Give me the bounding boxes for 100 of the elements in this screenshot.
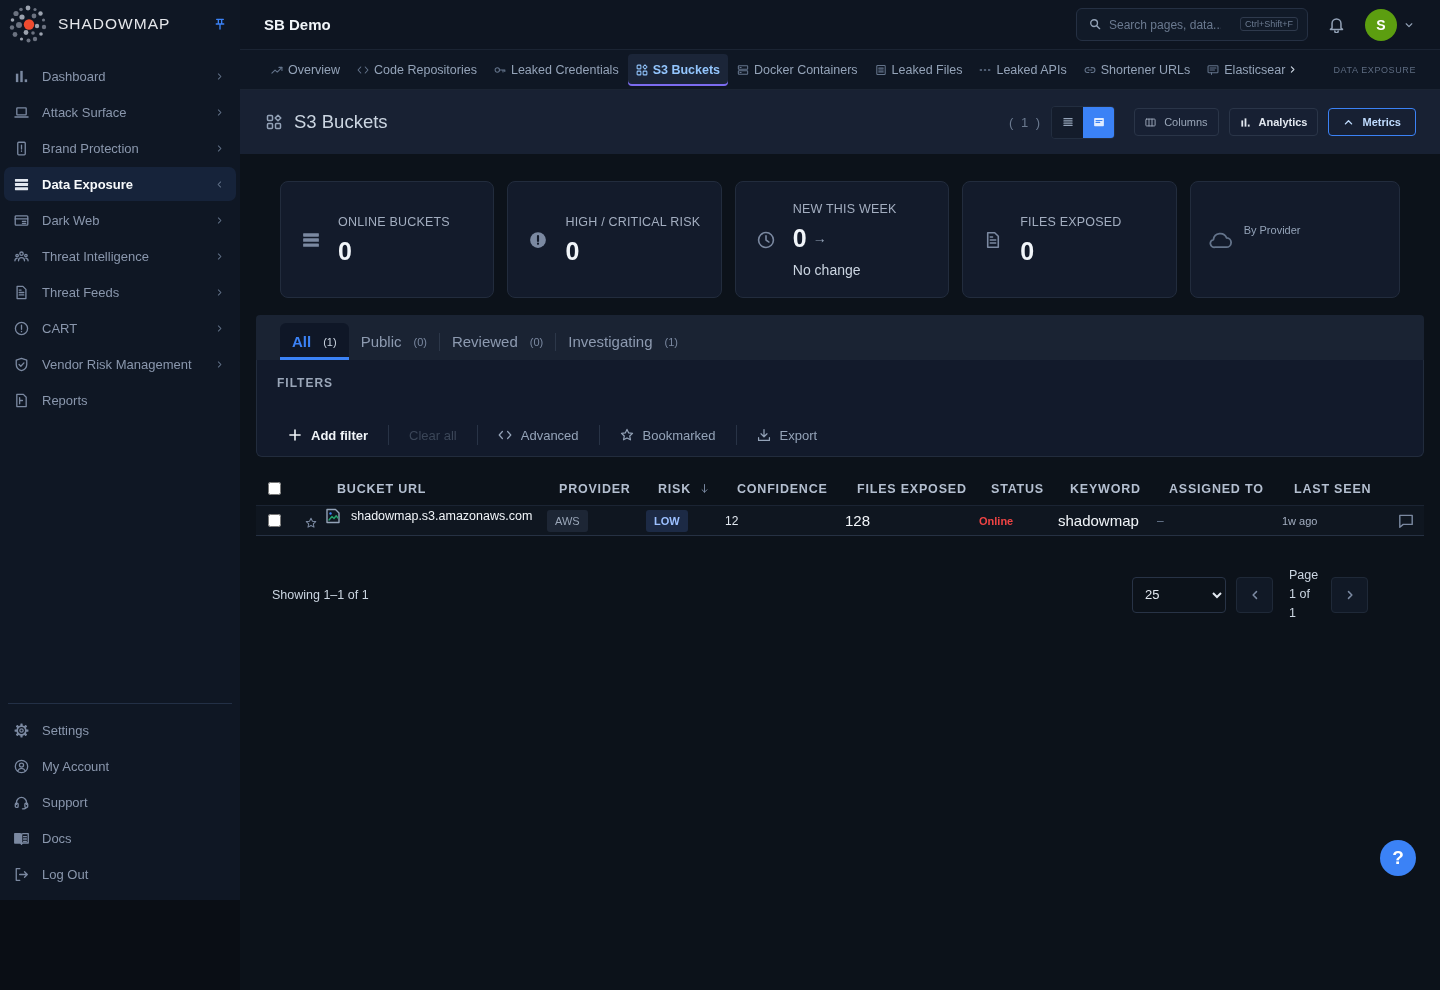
scroll-right-icon[interactable] [1288,65,1298,74]
bar-chart-icon [14,68,29,84]
broken-image-icon [325,508,341,524]
table-cell: 128 [845,512,871,529]
star-icon [619,428,634,442]
sidebar-item[interactable]: Dashboard [4,59,236,93]
sidebar-item[interactable]: Reports [4,383,236,417]
section-tab[interactable]: Overview [263,53,349,86]
column-header[interactable]: LAST SEEN [1282,481,1390,496]
column-header[interactable]: FILES EXPOSED [845,481,979,496]
bell-icon[interactable] [1328,16,1345,33]
sidebar-item[interactable]: Dark Web [4,203,236,237]
stat-label: HIGH / CRITICAL RISK [565,214,701,229]
table-cell: 12 [725,513,739,528]
status-tab[interactable]: Reviewed (0) [439,323,556,360]
sidebar-item[interactable]: Log Out [4,857,236,891]
add-filter-button[interactable]: Add filter [288,427,369,443]
trend-indicator: → [812,229,827,246]
analytics-button[interactable]: Analytics [1228,108,1319,136]
table-cell: 1w ago [1282,514,1318,527]
brand-name: SHADOWMAP [58,15,171,33]
row-checkbox[interactable] [268,514,281,527]
sidebar-item[interactable]: CART [4,311,236,345]
column-header[interactable]: STATUS [979,481,1058,496]
bookmarked-filter-button[interactable]: Bookmarked [619,427,716,443]
select-all-checkbox[interactable] [268,482,281,495]
sidebar-item[interactable]: Settings [4,713,236,747]
section-tab[interactable]: Code Repositories [349,53,485,86]
people-icon [14,248,29,264]
stat-label: FILES EXPOSED [1020,214,1122,229]
section-tab[interactable]: S3 Buckets [627,53,729,86]
metrics-button[interactable]: Metrics [1328,108,1416,136]
column-header[interactable]: PROVIDER [547,481,646,496]
help-button[interactable]: ? [1380,840,1416,876]
list-icon [1061,116,1074,128]
advanced-filter-button[interactable]: Advanced [497,427,579,443]
columns-button[interactable]: Columns [1134,108,1219,136]
shortcut-hint: Ctrl+Shift+F [1240,17,1298,31]
sidebar-item[interactable]: Data Exposure [4,167,236,201]
card-list-icon [1092,116,1105,128]
sidebar-item[interactable]: Support [4,785,236,819]
laptop-icon [14,104,29,120]
page-size-select[interactable]: 25 [1132,576,1226,613]
view-toggle-button[interactable] [1083,106,1115,138]
column-header[interactable]: ASSIGNED TO [1157,481,1282,496]
section-tab[interactable]: Shortener URLs [1075,53,1199,86]
stat-label: ONLINE BUCKETS [338,214,450,229]
grid-icon [635,63,648,76]
status-tab[interactable]: All (1) [280,323,349,360]
document-icon [14,284,29,300]
comment-icon[interactable] [1398,512,1414,529]
table-cell: – [1157,513,1164,528]
sidebar-item[interactable]: Threat Feeds [4,275,236,309]
stat-value: 0 [792,223,807,252]
column-header[interactable]: BUCKET URL [325,481,547,496]
section-tab[interactable]: Leaked APIs [971,53,1075,86]
status-tab[interactable]: Investigating (1) [556,323,690,360]
bar-chart-icon [1239,116,1251,128]
headset-icon [14,794,29,810]
section-tab[interactable]: Leaked Files [866,53,971,86]
sidebar-item[interactable]: Threat Intelligence [4,239,236,273]
sidebar-item[interactable]: Vendor Risk Management [4,347,236,381]
status-tab[interactable]: Public (0) [348,323,439,360]
export-filter-button[interactable]: Export [756,427,818,443]
results-summary: Showing 1–1 of 1 [272,587,369,602]
pin-icon[interactable] [214,17,226,31]
phone-alert-icon [14,140,29,156]
clock-icon [756,230,775,249]
column-header[interactable]: CONFIDENCE [725,481,845,496]
code-icon [357,63,370,76]
report-icon [14,392,29,408]
column-header[interactable]: RISK [646,481,725,496]
shield-check-icon [14,356,29,372]
table-row[interactable]: shadowmap.s3.amazonaws.com AWS LOW 12 128 Online shadowmap – 1w ago [256,505,1424,536]
plus-icon [288,428,302,442]
view-toggle-button[interactable] [1052,106,1084,138]
bucket-url-link[interactable]: shadowmap.s3.amazonaws.com [351,509,533,523]
result-count: ( 1 ) [1009,114,1043,130]
sidebar-item[interactable]: Docs [4,821,236,855]
section-tab[interactable]: Elasticsear [1199,53,1294,86]
settings-icon [14,722,29,738]
stat-value: 0 [1020,236,1035,265]
section-tab[interactable]: Docker Containers [729,53,866,86]
sidebar-item[interactable]: My Account [4,749,236,783]
sidebar-item[interactable]: Brand Protection [4,131,236,165]
grid-icon [266,114,282,130]
book-icon [14,830,29,846]
document-icon [874,63,887,76]
column-header[interactable]: KEYWORD [1058,481,1157,496]
alert-circle-icon [14,320,29,336]
star-icon[interactable] [305,516,317,529]
risk-tag: LOW [646,509,688,532]
section-tab[interactable]: Leaked Credentials [485,53,627,86]
alert-circle-icon [529,230,548,249]
sidebar-item[interactable]: Attack Surface [4,95,236,129]
download-icon [756,428,771,442]
user-circle-icon [14,758,29,774]
sort-arrow-icon [699,483,711,494]
panel-icon [1207,63,1220,76]
stat-label: By Provider [1243,223,1301,236]
